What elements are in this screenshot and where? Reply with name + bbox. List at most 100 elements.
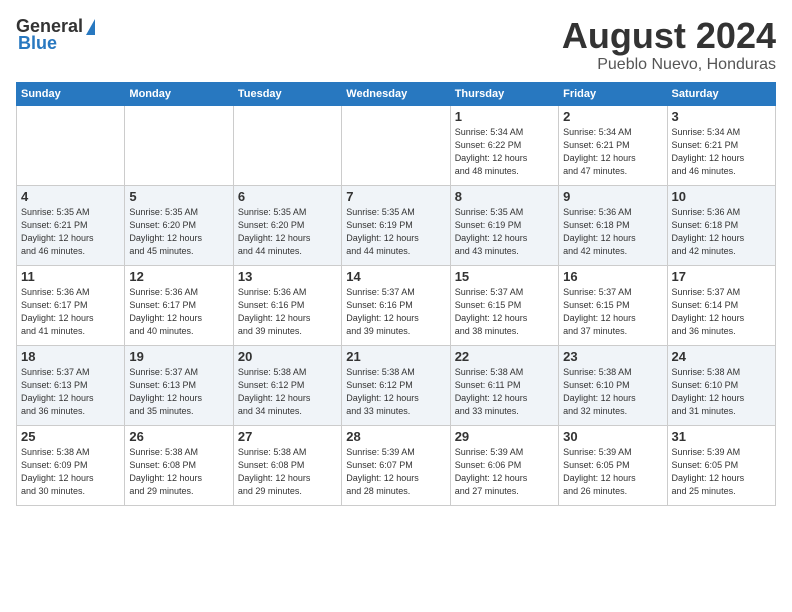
cell-day-number: 6 (238, 189, 337, 204)
calendar-cell: 13Sunrise: 5:36 AMSunset: 6:16 PMDayligh… (233, 265, 341, 345)
cell-day-number: 23 (563, 349, 662, 364)
calendar-cell: 27 Sunrise: 5:38 AMSunset: 6:08 PMDayligh… (233, 425, 341, 505)
calendar-cell: 12Sunrise: 5:36 AMSunset: 6:17 PMDayligh… (125, 265, 233, 345)
cell-day-number: 2 (563, 109, 662, 124)
calendar-cell: 24 Sunrise: 5:38 AMSunset: 6:10 PMDayligh… (667, 345, 775, 425)
cell-day-number: 25 (21, 429, 120, 444)
cell-day-number: 31 (672, 429, 771, 444)
calendar-cell: 15 Sunrise: 5:37 AMSunset: 6:15 PMDayligh… (450, 265, 558, 345)
cell-info-text: Sunrise: 5:34 AMSunset: 6:22 PMDaylight:… (455, 126, 554, 178)
calendar-cell: 4 Sunrise: 5:35 AMSunset: 6:21 PMDaylight… (17, 185, 125, 265)
cell-info-text: Sunrise: 5:37 AMSunset: 6:16 PMDaylight:… (346, 286, 445, 338)
calendar-header-row: SundayMondayTuesdayWednesdayThursdayFrid… (17, 82, 776, 105)
calendar-cell: 28Sunrise: 5:39 AMSunset: 6:07 PMDayligh… (342, 425, 450, 505)
cell-day-number: 1 (455, 109, 554, 124)
calendar-cell: 3 Sunrise: 5:34 AMSunset: 6:21 PMDaylight… (667, 105, 775, 185)
page-header: General Blue August 2024 Pueblo Nuevo, H… (16, 16, 776, 74)
cell-day-number: 17 (672, 269, 771, 284)
cell-info-text: Sunrise: 5:38 AMSunset: 6:08 PMDaylight:… (238, 446, 337, 498)
cell-day-number: 27 (238, 429, 337, 444)
cell-info-text: Sunrise: 5:34 AMSunset: 6:21 PMDaylight:… (672, 126, 771, 178)
calendar-cell: 5 Sunrise: 5:35 AMSunset: 6:20 PMDaylight… (125, 185, 233, 265)
cell-day-number: 15 (455, 269, 554, 284)
calendar-header-saturday: Saturday (667, 82, 775, 105)
cell-day-number: 8 (455, 189, 554, 204)
calendar-week-row: 1 Sunrise: 5:34 AMSunset: 6:22 PMDaylight… (17, 105, 776, 185)
logo: General Blue (16, 16, 95, 54)
logo-triangle-icon (86, 19, 95, 35)
cell-day-number: 18 (21, 349, 120, 364)
cell-day-number: 29 (455, 429, 554, 444)
cell-info-text: Sunrise: 5:36 AMSunset: 6:18 PMDaylight:… (672, 206, 771, 258)
cell-info-text: Sunrise: 5:37 AMSunset: 6:15 PMDaylight:… (455, 286, 554, 338)
cell-day-number: 4 (21, 189, 120, 204)
calendar-cell: 10 Sunrise: 5:36 AMSunset: 6:18 PMDayligh… (667, 185, 775, 265)
calendar-header-tuesday: Tuesday (233, 82, 341, 105)
cell-day-number: 10 (672, 189, 771, 204)
cell-info-text: Sunrise: 5:35 AMSunset: 6:21 PMDaylight:… (21, 206, 120, 258)
cell-day-number: 30 (563, 429, 662, 444)
calendar-cell: 17 Sunrise: 5:37 AMSunset: 6:14 PMDayligh… (667, 265, 775, 345)
cell-day-number: 7 (346, 189, 445, 204)
calendar-cell (17, 105, 125, 185)
cell-info-text: Sunrise: 5:35 AMSunset: 6:20 PMDaylight:… (238, 206, 337, 258)
cell-day-number: 26 (129, 429, 228, 444)
calendar-cell: 11Sunrise: 5:36 AMSunset: 6:17 PMDayligh… (17, 265, 125, 345)
cell-info-text: Sunrise: 5:37 AMSunset: 6:15 PMDaylight:… (563, 286, 662, 338)
calendar-cell (342, 105, 450, 185)
calendar-cell: 29Sunrise: 5:39 AMSunset: 6:06 PMDayligh… (450, 425, 558, 505)
cell-info-text: Sunrise: 5:38 AMSunset: 6:12 PMDaylight:… (346, 366, 445, 418)
cell-day-number: 22 (455, 349, 554, 364)
cell-day-number: 11 (21, 269, 120, 284)
calendar-week-row: 4 Sunrise: 5:35 AMSunset: 6:21 PMDaylight… (17, 185, 776, 265)
cell-info-text: Sunrise: 5:34 AMSunset: 6:21 PMDaylight:… (563, 126, 662, 178)
calendar-table: SundayMondayTuesdayWednesdayThursdayFrid… (16, 82, 776, 506)
calendar-week-row: 11 Sunrise: 5:36 AMSunset: 6:17 PMDayligh… (17, 265, 776, 345)
cell-day-number: 21 (346, 349, 445, 364)
cell-day-number: 19 (129, 349, 228, 364)
cell-info-text: Sunrise: 5:36 AMSunset: 6:17 PMDaylight:… (129, 286, 228, 338)
calendar-cell: 19Sunrise: 5:37 AMSunset: 6:13 PMDayligh… (125, 345, 233, 425)
cell-day-number: 5 (129, 189, 228, 204)
cell-day-number: 20 (238, 349, 337, 364)
cell-day-number: 24 (672, 349, 771, 364)
calendar-cell: 16 Sunrise: 5:37 AMSunset: 6:15 PMDayligh… (559, 265, 667, 345)
calendar-cell: 1 Sunrise: 5:34 AMSunset: 6:22 PMDaylight… (450, 105, 558, 185)
calendar-cell: 21 Sunrise: 5:38 AMSunset: 6:12 PMDayligh… (342, 345, 450, 425)
cell-info-text: Sunrise: 5:36 AMSunset: 6:16 PMDaylight:… (238, 286, 337, 338)
cell-day-number: 14 (346, 269, 445, 284)
cell-info-text: Sunrise: 5:35 AMSunset: 6:19 PMDaylight:… (455, 206, 554, 258)
calendar-cell: 2 Sunrise: 5:34 AMSunset: 6:21 PMDaylight… (559, 105, 667, 185)
calendar-cell: 7 Sunrise: 5:35 AMSunset: 6:19 PMDaylight… (342, 185, 450, 265)
calendar-cell: 9 Sunrise: 5:36 AMSunset: 6:18 PMDaylight… (559, 185, 667, 265)
calendar-header-wednesday: Wednesday (342, 82, 450, 105)
cell-day-number: 3 (672, 109, 771, 124)
title-area: August 2024 Pueblo Nuevo, Honduras (562, 16, 776, 74)
calendar-cell: 31Sunrise: 5:39 AMSunset: 6:05 PMDayligh… (667, 425, 775, 505)
calendar-cell: 25 Sunrise: 5:38 AMSunset: 6:09 PMDayligh… (17, 425, 125, 505)
calendar-cell: 18 Sunrise: 5:37 AMSunset: 6:13 PMDayligh… (17, 345, 125, 425)
calendar-cell: 20 Sunrise: 5:38 AMSunset: 6:12 PMDayligh… (233, 345, 341, 425)
logo-blue: Blue (18, 33, 57, 54)
calendar-cell: 14 Sunrise: 5:37 AMSunset: 6:16 PMDayligh… (342, 265, 450, 345)
cell-info-text: Sunrise: 5:38 AMSunset: 6:10 PMDaylight:… (672, 366, 771, 418)
cell-day-number: 16 (563, 269, 662, 284)
cell-info-text: Sunrise: 5:36 AMSunset: 6:18 PMDaylight:… (563, 206, 662, 258)
calendar-cell (125, 105, 233, 185)
cell-info-text: Sunrise: 5:38 AMSunset: 6:12 PMDaylight:… (238, 366, 337, 418)
cell-info-text: Sunrise: 5:35 AMSunset: 6:19 PMDaylight:… (346, 206, 445, 258)
location-title: Pueblo Nuevo, Honduras (562, 56, 776, 74)
cell-info-text: Sunrise: 5:37 AMSunset: 6:14 PMDaylight:… (672, 286, 771, 338)
month-title: August 2024 (562, 16, 776, 56)
cell-info-text: Sunrise: 5:38 AMSunset: 6:09 PMDaylight:… (21, 446, 120, 498)
cell-day-number: 9 (563, 189, 662, 204)
calendar-cell: 26Sunrise: 5:38 AMSunset: 6:08 PMDayligh… (125, 425, 233, 505)
calendar-header-monday: Monday (125, 82, 233, 105)
calendar-header-sunday: Sunday (17, 82, 125, 105)
cell-info-text: Sunrise: 5:38 AMSunset: 6:10 PMDaylight:… (563, 366, 662, 418)
calendar-header-thursday: Thursday (450, 82, 558, 105)
cell-info-text: Sunrise: 5:37 AMSunset: 6:13 PMDaylight:… (21, 366, 120, 418)
calendar-header-friday: Friday (559, 82, 667, 105)
calendar-cell: 8 Sunrise: 5:35 AMSunset: 6:19 PMDaylight… (450, 185, 558, 265)
cell-info-text: Sunrise: 5:35 AMSunset: 6:20 PMDaylight:… (129, 206, 228, 258)
